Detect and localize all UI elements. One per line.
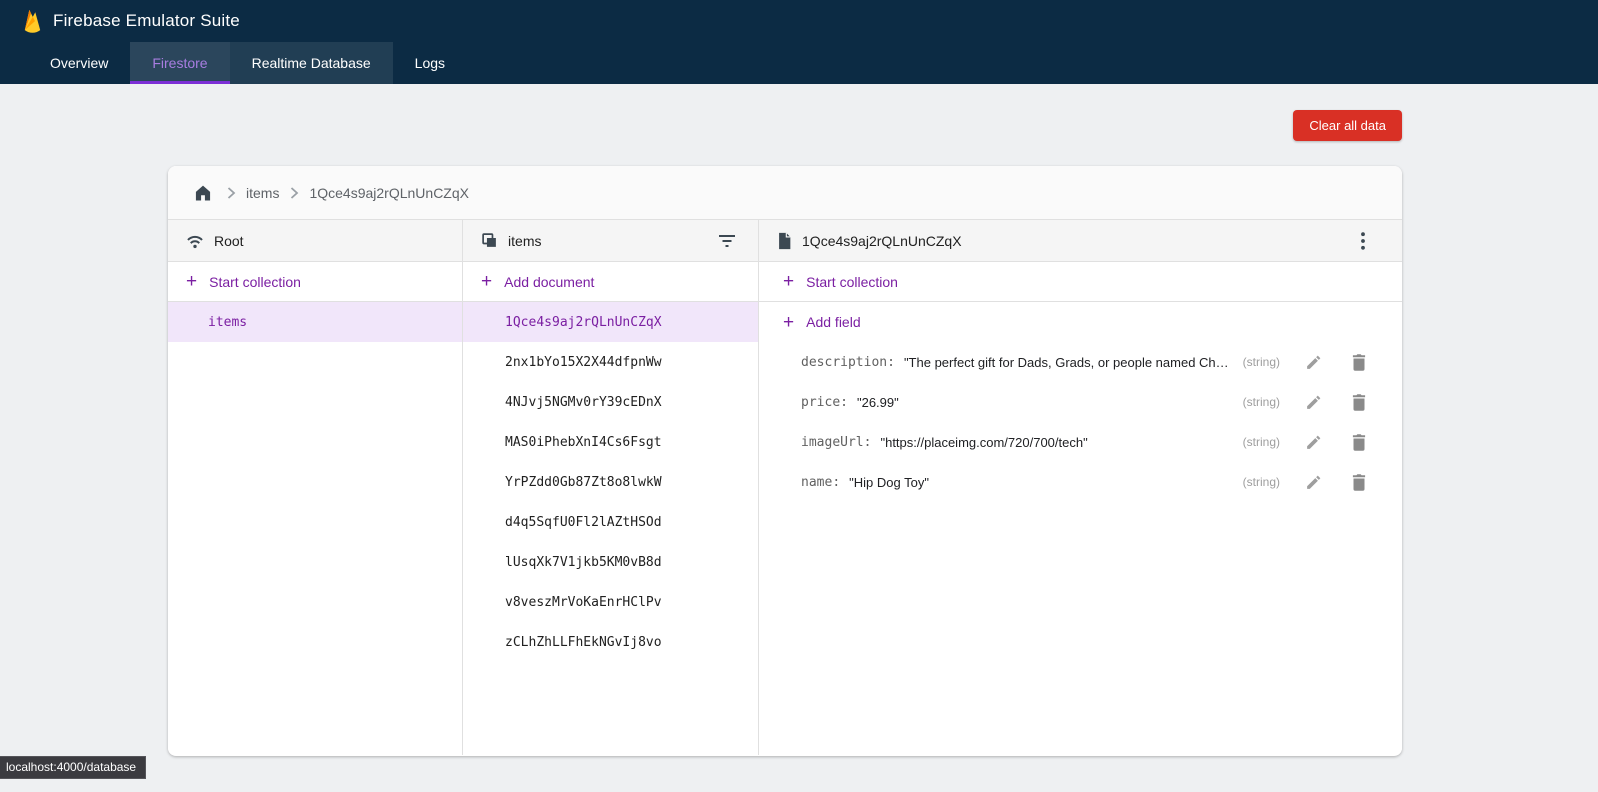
delete-field-icon[interactable]: [1346, 429, 1372, 455]
collection-panel-header: items: [463, 220, 758, 262]
edit-field-icon[interactable]: [1300, 389, 1326, 415]
field-value: "26.99": [857, 395, 899, 410]
document-row[interactable]: lUsqXk7V1jkb5KM0vB8d: [463, 542, 758, 582]
field-value: "The perfect gift for Dads, Grads, or pe…: [904, 355, 1229, 370]
add-document-button[interactable]: + Add document: [463, 262, 758, 302]
field-type: (string): [1243, 355, 1280, 369]
field-row: imageUrl: "https://placeimg.com/720/700/…: [759, 422, 1402, 462]
field-row: name: "Hip Dog Toy" (string): [759, 462, 1402, 502]
plus-icon: +: [783, 313, 794, 332]
field-key: imageUrl:: [801, 435, 871, 450]
document-row[interactable]: d4q5SqfU0Fl2lAZtHSOd: [463, 502, 758, 542]
field-key: description:: [801, 355, 895, 370]
field-row: price: "26.99" (string): [759, 382, 1402, 422]
start-collection-button[interactable]: + Start collection: [759, 262, 1402, 302]
app-header: Firebase Emulator Suite Overview Firesto…: [0, 0, 1598, 84]
document-row[interactable]: YrPZdd0Gb87Zt8o8lwkW: [463, 462, 758, 502]
document-row[interactable]: v8veszMrVoKaEnrHClPv: [463, 582, 758, 622]
home-icon[interactable]: [190, 180, 216, 206]
document-panel-header: 1Qce4s9aj2rQLnUnCZqX: [759, 220, 1402, 262]
app-title: Firebase Emulator Suite: [53, 11, 240, 31]
field-type: (string): [1243, 395, 1280, 409]
document-row[interactable]: zCLhZhLLFhEkNGvIj8vo: [463, 622, 758, 662]
field-type: (string): [1243, 435, 1280, 449]
document-row[interactable]: 1Qce4s9aj2rQLnUnCZqX: [463, 302, 758, 342]
collection-panel-title: items: [508, 233, 541, 249]
delete-field-icon[interactable]: [1346, 349, 1372, 375]
breadcrumb-collection[interactable]: items: [246, 185, 279, 201]
add-field-button[interactable]: + Add field: [759, 302, 1402, 342]
field-row: description: "The perfect gift for Dads,…: [759, 342, 1402, 382]
document-row[interactable]: MAS0iPhebXnI4Cs6Fsgt: [463, 422, 758, 462]
edit-field-icon[interactable]: [1300, 349, 1326, 375]
filter-icon[interactable]: [714, 228, 740, 254]
field-type: (string): [1243, 475, 1280, 489]
collection-icon: [481, 232, 498, 249]
tab-overview[interactable]: Overview: [28, 42, 130, 84]
add-document-label: Add document: [504, 274, 594, 290]
root-panel-title: Root: [214, 233, 244, 249]
delete-field-icon[interactable]: [1346, 469, 1372, 495]
brand: Firebase Emulator Suite: [0, 0, 1598, 42]
main-nav: Overview Firestore Realtime Database Log…: [0, 42, 1598, 84]
field-value: "Hip Dog Toy": [849, 475, 929, 490]
clear-all-data-button[interactable]: Clear all data: [1293, 110, 1402, 141]
tab-firestore[interactable]: Firestore: [130, 42, 229, 84]
kebab-menu-icon[interactable]: [1350, 228, 1376, 254]
tab-realtime-database[interactable]: Realtime Database: [230, 42, 393, 84]
collection-row-items[interactable]: items: [168, 302, 462, 342]
firestore-panel: items 1Qce4s9aj2rQLnUnCZqX Root + Sta: [168, 166, 1402, 756]
plus-icon: +: [783, 272, 794, 291]
chevron-right-icon: [226, 187, 236, 199]
root-column: Root + Start collection items: [168, 220, 463, 755]
field-key: price:: [801, 395, 848, 410]
document-panel-title: 1Qce4s9aj2rQLnUnCZqX: [802, 233, 962, 249]
document-column: 1Qce4s9aj2rQLnUnCZqX + Start collection …: [759, 220, 1402, 755]
start-collection-label: Start collection: [806, 274, 898, 290]
edit-field-icon[interactable]: [1300, 429, 1326, 455]
firebase-flame-icon: [22, 8, 43, 34]
plus-icon: +: [186, 272, 197, 291]
add-field-label: Add field: [806, 314, 860, 330]
database-root-icon: [186, 233, 204, 249]
plus-icon: +: [481, 272, 492, 291]
document-row[interactable]: 2nx1bYo15X2X44dfpnWw: [463, 342, 758, 382]
document-icon: [777, 232, 792, 250]
root-panel-header: Root: [168, 220, 462, 262]
field-key: name:: [801, 475, 840, 490]
delete-field-icon[interactable]: [1346, 389, 1372, 415]
breadcrumb: items 1Qce4s9aj2rQLnUnCZqX: [168, 166, 1402, 220]
tab-logs[interactable]: Logs: [393, 42, 467, 84]
document-row[interactable]: 4NJvj5NGMv0rY39cEDnX: [463, 382, 758, 422]
field-value: "https://placeimg.com/720/700/tech": [880, 435, 1087, 450]
collection-column: items + Add document 1Qce4s9aj2rQLnUnCZq…: [463, 220, 759, 755]
start-collection-label: Start collection: [209, 274, 301, 290]
chevron-right-icon: [289, 187, 299, 199]
breadcrumb-document[interactable]: 1Qce4s9aj2rQLnUnCZqX: [309, 185, 469, 201]
status-url: localhost:4000/database: [0, 756, 146, 779]
edit-field-icon[interactable]: [1300, 469, 1326, 495]
start-collection-button[interactable]: + Start collection: [168, 262, 462, 302]
